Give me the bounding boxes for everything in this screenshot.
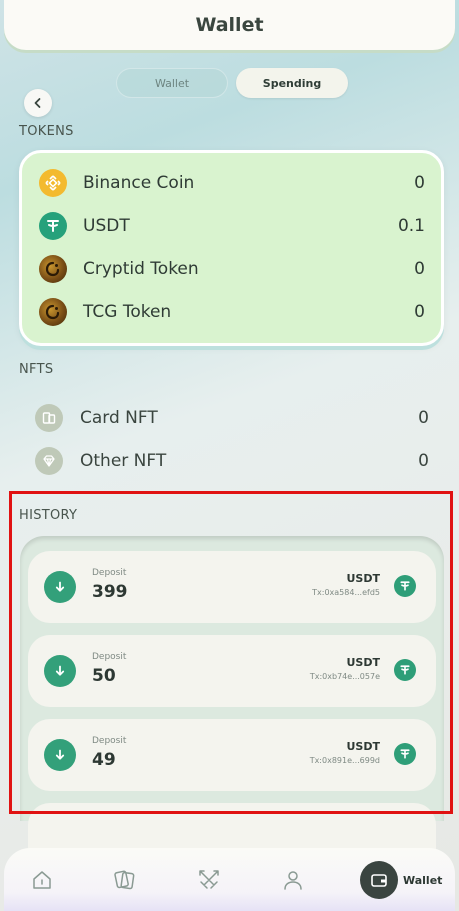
binance-coin-icon	[39, 169, 67, 197]
diamond-icon	[35, 447, 63, 475]
tab-spending[interactable]: Spending	[236, 68, 348, 98]
chevron-left-icon	[34, 98, 41, 108]
tcg-token-icon	[39, 298, 67, 326]
nft-count: 0	[418, 408, 429, 428]
highlight-frame	[9, 491, 453, 814]
cards-icon	[114, 870, 135, 890]
token-row-usdt[interactable]: USDT 0.1	[22, 208, 441, 244]
token-row-cryptid-token[interactable]: Cryptid Token 0	[22, 251, 441, 287]
nav-cards[interactable]	[111, 866, 139, 894]
token-name: Cryptid Token	[83, 259, 199, 279]
battle-icon	[199, 870, 219, 889]
tokens-card: Binance Coin 0 USDT 0.1 Cryptid Token 0	[19, 150, 444, 346]
nav-battle[interactable]	[195, 866, 223, 894]
home-icon	[33, 871, 51, 889]
nav-home[interactable]	[28, 866, 56, 894]
nft-name: Other NFT	[80, 451, 167, 471]
token-name: TCG Token	[83, 302, 172, 322]
token-row-binance-coin[interactable]: Binance Coin 0	[22, 165, 441, 201]
nav-profile[interactable]	[279, 866, 307, 894]
token-balance: 0	[414, 259, 425, 279]
nft-name: Card NFT	[80, 408, 158, 428]
bottom-nav: Wallet	[4, 848, 455, 911]
top-header: Wallet	[4, 0, 455, 50]
card-nft-icon	[35, 404, 63, 432]
token-name: USDT	[83, 216, 130, 236]
nav-wallet[interactable]: Wallet	[360, 861, 444, 899]
nfts-section-label: NFTS	[19, 362, 54, 377]
profile-icon	[284, 871, 302, 890]
back-button[interactable]	[24, 89, 52, 117]
cryptid-token-icon	[39, 255, 67, 283]
tokens-section-label: TOKENS	[19, 124, 74, 139]
nft-count: 0	[418, 451, 429, 471]
nft-row-card-nft[interactable]: Card NFT 0	[0, 403, 459, 433]
wallet-icon	[360, 861, 398, 899]
nft-row-other-nft[interactable]: Other NFT 0	[0, 446, 459, 476]
wallet-spending-toggle: Wallet Spending	[116, 68, 348, 98]
token-row-tcg-token[interactable]: TCG Token 0	[22, 294, 441, 330]
token-name: Binance Coin	[83, 173, 195, 193]
token-balance: 0.1	[397, 216, 425, 236]
tab-wallet[interactable]: Wallet	[116, 68, 228, 98]
nav-wallet-label: Wallet	[403, 873, 443, 887]
page-title: Wallet	[195, 14, 264, 36]
usdt-icon	[39, 212, 67, 240]
token-balance: 0	[414, 302, 425, 322]
token-balance: 0	[414, 173, 425, 193]
